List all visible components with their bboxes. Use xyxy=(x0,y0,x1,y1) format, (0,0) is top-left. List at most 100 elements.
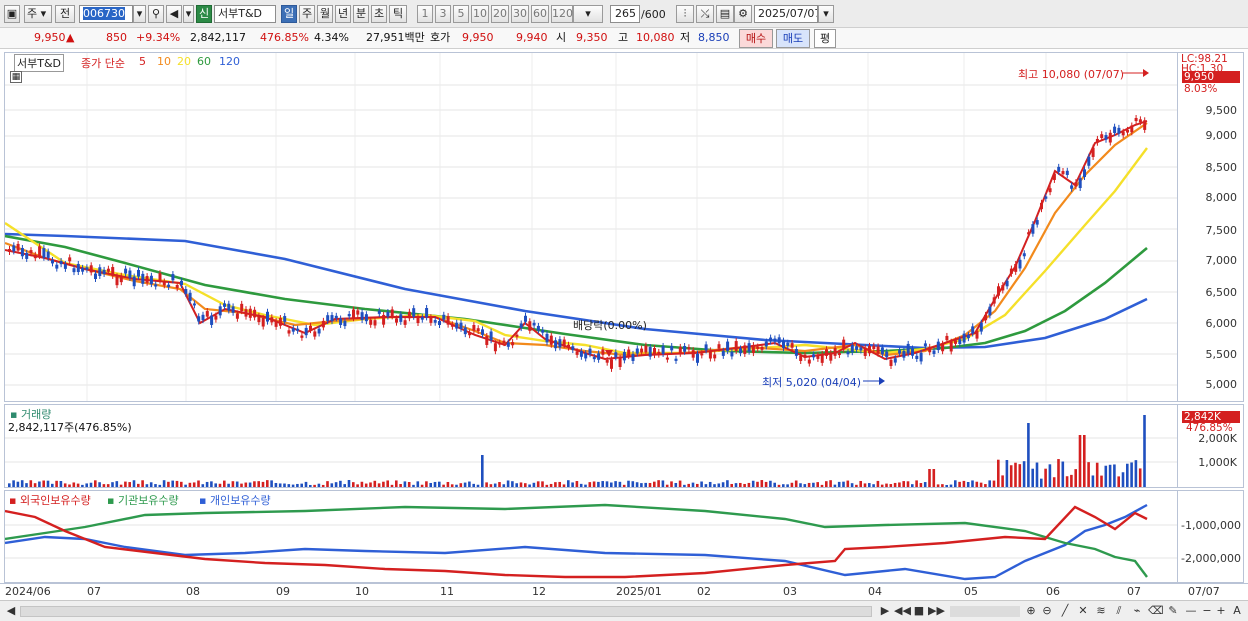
buy-button[interactable]: 매수 xyxy=(739,29,773,48)
save-icon[interactable]: ▤ xyxy=(716,5,734,23)
interval-button-20[interactable]: 20 xyxy=(491,5,509,23)
volume-panel[interactable]: ▪ 거래량 2,842,117주(476.85%) xyxy=(4,404,1178,488)
pencil-icon[interactable]: ✎ xyxy=(1166,604,1180,618)
candle-body-175 xyxy=(760,346,764,350)
volume-bar-110 xyxy=(481,455,484,487)
candle-body-7 xyxy=(38,246,42,257)
interval-button-1[interactable]: 1 xyxy=(417,5,433,23)
period-button-5[interactable]: 초 xyxy=(371,5,387,23)
candle-type-icon[interactable]: ⫶ xyxy=(676,5,694,23)
evaluation-button[interactable]: 평 xyxy=(814,29,836,48)
interval-button-3[interactable]: 3 xyxy=(435,5,451,23)
period-button-2[interactable]: 월 xyxy=(317,5,333,23)
period-button-3[interactable]: 년 xyxy=(335,5,351,23)
ma-period-60[interactable]: 60 xyxy=(197,55,211,68)
interval-dropdown[interactable]: ▾ xyxy=(573,5,603,23)
volume-bar-0 xyxy=(8,483,11,487)
period-button-0[interactable]: 일 xyxy=(281,5,297,23)
candle-body-137 xyxy=(597,353,601,360)
search-icon[interactable]: ⚲ xyxy=(148,5,164,23)
candle-body-55 xyxy=(244,309,248,317)
font-size-icon[interactable]: A xyxy=(1230,604,1244,618)
volume-bar-253 xyxy=(1095,462,1099,487)
count-input[interactable]: 265 xyxy=(610,5,640,23)
market-select[interactable]: 주 ▾ xyxy=(24,5,52,23)
price-chart-panel[interactable]: 서부T&D 종가 단순 5 10 20 60 120 ▦ 최고 10,080 (07/0… xyxy=(4,52,1178,402)
speaker-icon[interactable]: ◀ xyxy=(166,5,182,23)
settings-gear-icon[interactable]: ⚙ xyxy=(734,5,752,23)
channel-tool-icon[interactable]: ⫽ xyxy=(1112,604,1126,618)
scroll-right-icon[interactable]: ▶ xyxy=(878,604,892,618)
candle-body-82 xyxy=(360,312,364,321)
interval-button-10[interactable]: 10 xyxy=(471,5,489,23)
volume-bar-199 xyxy=(863,483,867,487)
holdings-panel[interactable]: ▪ 외국인보유수량 ▪ 기관보유수량 ▪ 개인보유수량 xyxy=(4,490,1178,583)
zoom-track[interactable] xyxy=(950,606,1020,617)
sell-button[interactable]: 매도 xyxy=(776,29,810,48)
holdings-legend-item-2[interactable]: ▪ 개인보유수량 xyxy=(199,492,271,508)
minus-icon[interactable]: − xyxy=(1200,604,1214,618)
interval-button-120[interactable]: 120 xyxy=(551,5,573,23)
holdings-legend-item-0[interactable]: ▪ 외국인보유수량 xyxy=(9,492,91,508)
interval-button-30[interactable]: 30 xyxy=(511,5,529,23)
ma-period-5[interactable]: 5 xyxy=(139,55,146,68)
volume-bar-198 xyxy=(859,480,862,487)
cross-tool-icon[interactable]: ✕ xyxy=(1076,604,1090,618)
zoom-in-icon[interactable]: ⊕ xyxy=(1024,604,1038,618)
ma-period-10[interactable]: 10 xyxy=(157,55,171,68)
stock-code-input[interactable]: 006730 xyxy=(79,5,133,23)
stock-name-field[interactable]: 서부T&D xyxy=(214,5,276,23)
fib-tool-icon[interactable]: ≋ xyxy=(1094,604,1108,618)
candle-body-243 xyxy=(1052,173,1056,180)
window-menu-icon[interactable]: ▣ xyxy=(4,5,20,23)
candle-body-67 xyxy=(296,328,300,331)
ma-period-120[interactable]: 120 xyxy=(219,55,240,68)
text-tool-icon[interactable]: ⌁ xyxy=(1130,604,1144,618)
scroll-track[interactable] xyxy=(20,606,872,617)
period-button-6[interactable]: 틱 xyxy=(389,5,407,23)
candle-body-108 xyxy=(472,324,476,331)
jump-first-icon[interactable]: ◀◀ xyxy=(894,604,911,618)
code-dropdown-icon[interactable]: ▾ xyxy=(133,5,146,23)
line-tool-icon[interactable]: ╱ xyxy=(1058,604,1072,618)
draw-tool-icon[interactable]: ⤯ xyxy=(696,5,714,23)
period-button-1[interactable]: 주 xyxy=(299,5,315,23)
plus-icon[interactable]: + xyxy=(1214,604,1228,618)
volume-bar-216 xyxy=(936,484,940,487)
volume-bar-93 xyxy=(407,482,411,487)
scroll-left-icon[interactable]: ◀ xyxy=(4,604,18,618)
zoom-out-icon[interactable]: ⊖ xyxy=(1040,604,1054,618)
volume-bar-219 xyxy=(949,484,953,487)
interval-button-5[interactable]: 5 xyxy=(453,5,469,23)
grid-table-icon[interactable]: ▦ xyxy=(10,71,22,83)
period-button-4[interactable]: 분 xyxy=(353,5,369,23)
holdings-legend-item-1[interactable]: ▪ 기관보유수량 xyxy=(107,492,179,508)
volume-bar-9 xyxy=(46,480,50,487)
ma-period-20[interactable]: 20 xyxy=(177,55,191,68)
up-arrow-icon: ▲ xyxy=(66,31,75,44)
volume-bar-244 xyxy=(1057,459,1060,487)
candle-body-21 xyxy=(98,267,102,276)
volume-bar-188 xyxy=(816,482,819,487)
prev-button[interactable]: 전 xyxy=(55,5,75,23)
stock-name-tag[interactable]: 서부T&D xyxy=(14,54,65,72)
chart-toolbar: ▣ 주 ▾ 전 006730 ▾ ⚲ ◀ ▾ 신 서부T&D 일주월년분초틱 1… xyxy=(0,0,1248,28)
jump-last-icon[interactable]: ▶▶ xyxy=(928,604,945,618)
date-input[interactable]: 2025/07/07 xyxy=(754,5,818,23)
candle-body-173 xyxy=(751,345,755,354)
volume-bar-153 xyxy=(665,484,669,487)
chart-scrollbar[interactable]: ◀ ▶ ◀◀ ■ ▶▶ ⊕ ⊖ ╱ ✕ ≋ ⫽ ⌁ ⌫ ✎ — − + A xyxy=(0,600,1248,621)
volume-bar-239 xyxy=(1035,462,1039,487)
collapse-icon[interactable]: — xyxy=(1184,604,1198,618)
interval-button-60[interactable]: 60 xyxy=(531,5,549,23)
volume-bar-187 xyxy=(812,482,815,487)
stop-icon[interactable]: ■ xyxy=(912,604,926,618)
candle-body-77 xyxy=(339,318,343,325)
volume-bar-140 xyxy=(610,482,613,487)
volume-bar-5 xyxy=(29,480,33,487)
volume-bar-37 xyxy=(167,481,170,487)
speaker-dropdown-icon[interactable]: ▾ xyxy=(183,5,194,23)
volume-bar-194 xyxy=(842,481,845,487)
erase-tool-icon[interactable]: ⌫ xyxy=(1148,604,1164,618)
date-dropdown-icon[interactable]: ▾ xyxy=(818,5,834,23)
